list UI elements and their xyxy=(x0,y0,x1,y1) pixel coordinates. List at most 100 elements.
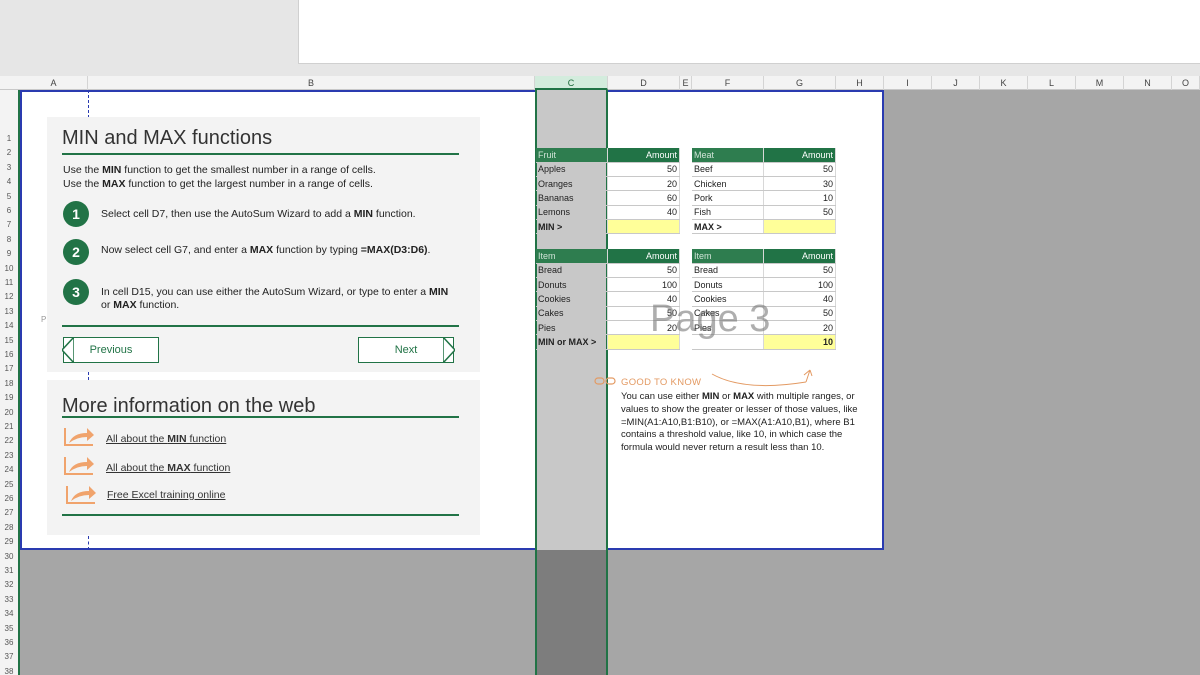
step-3-badge: 3 xyxy=(63,279,89,305)
cell-amount[interactable]: 50 xyxy=(763,306,836,321)
result-cell[interactable] xyxy=(763,219,836,235)
row-header[interactable]: 21 xyxy=(0,422,18,431)
formula-bar-area[interactable] xyxy=(298,0,1200,64)
row-header[interactable]: 36 xyxy=(0,638,18,647)
cell-amount[interactable]: 50 xyxy=(607,263,680,279)
cell-name[interactable]: Cakes xyxy=(536,306,609,321)
column-header[interactable]: M xyxy=(1076,76,1124,90)
cell-amount[interactable]: 50 xyxy=(763,263,836,279)
row-header[interactable]: 17 xyxy=(0,364,18,373)
column-header[interactable]: H xyxy=(836,76,884,90)
row-header[interactable]: 26 xyxy=(0,494,18,503)
cell-amount[interactable]: 20 xyxy=(607,176,680,192)
row-header[interactable]: 30 xyxy=(0,552,18,561)
table-header-row: Item Amount xyxy=(692,249,836,264)
cell-name[interactable]: Donuts xyxy=(536,277,609,293)
row-header[interactable]: 35 xyxy=(0,624,18,633)
row-header[interactable]: 22 xyxy=(0,436,18,445)
row-header[interactable]: 24 xyxy=(0,465,18,474)
row-header[interactable]: 14 xyxy=(0,321,18,330)
cell-name[interactable]: Pies xyxy=(536,320,609,336)
row-header[interactable]: 1 xyxy=(0,134,18,143)
cell-name[interactable]: Beef xyxy=(692,162,765,178)
row-header[interactable]: 2 xyxy=(0,148,18,157)
column-header[interactable]: I xyxy=(884,76,932,90)
row-header[interactable]: 12 xyxy=(0,292,18,301)
column-header[interactable]: L xyxy=(1028,76,1076,90)
cell-amount[interactable]: 40 xyxy=(763,291,836,307)
cell-amount[interactable]: 50 xyxy=(763,162,836,178)
table-row: Fish 50 xyxy=(692,205,836,220)
row-header[interactable]: 33 xyxy=(0,595,18,604)
row-header[interactable]: 9 xyxy=(0,249,18,258)
column-header[interactable]: E xyxy=(680,76,692,90)
row-header[interactable]: 23 xyxy=(0,451,18,460)
cell-amount[interactable]: 50 xyxy=(763,205,836,220)
cell-amount[interactable]: 50 xyxy=(607,162,680,178)
cell-amount[interactable]: 60 xyxy=(607,190,680,206)
row-header[interactable]: 7 xyxy=(0,220,18,229)
cell-name[interactable]: Chicken xyxy=(692,176,765,192)
column-header[interactable]: A xyxy=(20,76,88,90)
row-header[interactable]: 10 xyxy=(0,264,18,273)
row-header[interactable]: 4 xyxy=(0,177,18,186)
total-label: MIN > xyxy=(536,219,609,235)
row-header[interactable]: 5 xyxy=(0,192,18,201)
row-header[interactable]: 37 xyxy=(0,652,18,661)
column-header[interactable]: N xyxy=(1124,76,1172,90)
result-cell[interactable]: 10 xyxy=(763,334,836,350)
cell-amount[interactable]: 100 xyxy=(763,277,836,293)
row-header[interactable]: 6 xyxy=(0,206,18,215)
row-header[interactable]: 31 xyxy=(0,566,18,575)
link-max-function[interactable]: All about the MAX function xyxy=(106,462,230,474)
row-header[interactable]: 32 xyxy=(0,580,18,589)
row-header[interactable]: 38 xyxy=(0,667,18,675)
cell-name[interactable]: Oranges xyxy=(536,176,609,192)
row-headers: 1 2 3 4 5 6 7 8 9 10 11 12 13 14 15 16 17 18 19 20 21 22 23 24 2… xyxy=(0,90,20,675)
column-header[interactable]: K xyxy=(980,76,1028,90)
cell-amount[interactable]: 20 xyxy=(763,320,836,336)
cell-amount[interactable]: 10 xyxy=(763,190,836,206)
page-break-line xyxy=(88,536,89,550)
row-header[interactable]: 19 xyxy=(0,393,18,402)
link-excel-training[interactable]: Free Excel training online xyxy=(107,489,225,501)
column-header[interactable]: C xyxy=(535,76,608,90)
next-label: Next xyxy=(394,344,418,356)
previous-button[interactable]: Previous xyxy=(62,337,159,363)
next-button[interactable]: Next xyxy=(358,337,455,363)
cell-name[interactable]: Fish xyxy=(692,205,765,220)
cell-name[interactable]: Pork xyxy=(692,190,765,206)
row-header[interactable]: 8 xyxy=(0,235,18,244)
column-header[interactable]: D xyxy=(608,76,680,90)
row-header[interactable]: 16 xyxy=(0,350,18,359)
cell-name[interactable]: Lemons xyxy=(536,205,609,220)
column-header[interactable]: O xyxy=(1172,76,1200,90)
cell-amount[interactable]: 30 xyxy=(763,176,836,192)
cell-name[interactable]: Cookies xyxy=(536,291,609,307)
row-header[interactable]: 15 xyxy=(0,336,18,345)
cell-name[interactable]: Donuts xyxy=(692,277,765,293)
row-header[interactable]: 13 xyxy=(0,307,18,316)
row-header[interactable]: 3 xyxy=(0,163,18,172)
row-header[interactable]: 34 xyxy=(0,609,18,618)
column-header[interactable]: J xyxy=(932,76,980,90)
table-row: Donuts 100 xyxy=(692,277,836,293)
result-cell[interactable] xyxy=(607,219,680,235)
row-header[interactable]: 28 xyxy=(0,523,18,532)
row-header[interactable]: 11 xyxy=(0,278,18,287)
row-header[interactable]: 29 xyxy=(0,537,18,546)
column-header[interactable]: G xyxy=(764,76,836,90)
cell-name[interactable]: Bananas xyxy=(536,190,609,206)
cell-name[interactable]: Bread xyxy=(692,263,765,279)
cell-amount[interactable]: 40 xyxy=(607,205,680,220)
row-header[interactable]: 25 xyxy=(0,480,18,489)
cell-name[interactable]: Apples xyxy=(536,162,609,178)
row-header[interactable]: 20 xyxy=(0,408,18,417)
cell-name[interactable]: Bread xyxy=(536,263,609,279)
row-header[interactable]: 27 xyxy=(0,508,18,517)
cell-amount[interactable]: 100 xyxy=(607,277,680,293)
column-header[interactable]: B xyxy=(88,76,535,90)
row-header[interactable]: 18 xyxy=(0,379,18,388)
column-header[interactable]: F xyxy=(692,76,764,90)
link-min-function[interactable]: All about the MIN function xyxy=(106,433,226,445)
